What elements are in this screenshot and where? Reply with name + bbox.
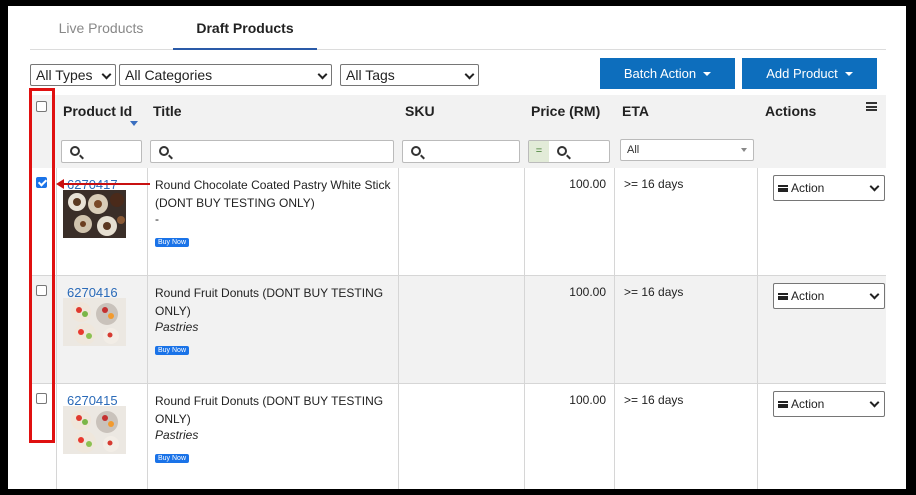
column-header-title[interactable]: Title bbox=[153, 103, 182, 119]
product-thumbnail[interactable] bbox=[63, 298, 126, 346]
tab-live-products[interactable]: Live Products bbox=[30, 6, 172, 50]
chevron-down-icon bbox=[464, 69, 475, 80]
menu-icon bbox=[778, 401, 788, 408]
column-divider bbox=[398, 384, 399, 489]
batch-action-button[interactable]: Batch Action bbox=[600, 58, 735, 89]
caret-down-icon bbox=[741, 148, 747, 152]
donut-image bbox=[63, 406, 126, 454]
search-icon bbox=[70, 146, 80, 156]
column-divider bbox=[147, 384, 148, 489]
buy-now-badge[interactable]: Buy Now bbox=[155, 454, 190, 463]
table-row: 6270417 Round Chocolate Coated Pastry Wh… bbox=[30, 168, 886, 276]
chevron-down-icon bbox=[101, 69, 112, 80]
types-select-value: All Types bbox=[36, 67, 93, 83]
price-filter-input[interactable]: = bbox=[528, 140, 610, 163]
column-divider bbox=[757, 276, 758, 384]
column-divider bbox=[757, 384, 758, 489]
caret-down-icon bbox=[844, 72, 853, 76]
product-title: Round Fruit Donuts (DONT BUY TESTING ONL… bbox=[155, 394, 384, 426]
chevron-down-icon bbox=[317, 69, 328, 80]
chevron-down-icon bbox=[869, 397, 880, 408]
types-select[interactable]: All Types bbox=[30, 64, 116, 86]
sort-desc-icon[interactable] bbox=[130, 121, 138, 126]
column-header-product-id[interactable]: Product Id bbox=[63, 103, 132, 119]
row-action-select[interactable]: Action bbox=[773, 391, 885, 417]
categories-select-value: All Categories bbox=[125, 67, 213, 83]
column-divider bbox=[56, 384, 57, 489]
product-thumbnail[interactable] bbox=[63, 406, 126, 454]
column-divider bbox=[524, 168, 525, 276]
column-divider bbox=[614, 384, 615, 489]
price-operator-toggle[interactable]: = bbox=[529, 141, 549, 162]
add-product-button[interactable]: Add Product bbox=[742, 58, 877, 89]
column-divider bbox=[398, 276, 399, 384]
product-eta: >= 16 days bbox=[624, 285, 684, 299]
chevron-down-icon bbox=[869, 289, 880, 300]
column-divider bbox=[56, 276, 57, 384]
add-product-label: Add Product bbox=[766, 66, 838, 81]
search-icon bbox=[159, 146, 169, 156]
column-divider bbox=[524, 384, 525, 489]
donut-image bbox=[63, 298, 126, 346]
row-action-select[interactable]: Action bbox=[773, 283, 885, 309]
menu-icon bbox=[778, 185, 788, 192]
eta-filter-select[interactable]: All bbox=[620, 139, 754, 161]
checkbox-column-highlight bbox=[29, 88, 55, 443]
product-category: Pastries bbox=[155, 428, 199, 442]
tags-select[interactable]: All Tags bbox=[340, 64, 479, 86]
product-category: - bbox=[155, 212, 159, 226]
product-eta: >= 16 days bbox=[624, 177, 684, 191]
column-divider bbox=[147, 276, 148, 384]
column-divider bbox=[757, 168, 758, 276]
tab-draft-products[interactable]: Draft Products bbox=[173, 6, 317, 50]
product-category: Pastries bbox=[155, 320, 199, 334]
product-title: Round Fruit Donuts (DONT BUY TESTING ONL… bbox=[155, 286, 384, 318]
buy-now-badge[interactable]: Buy Now bbox=[155, 238, 190, 247]
row-action-label: Action bbox=[791, 181, 825, 195]
column-header-eta[interactable]: ETA bbox=[622, 103, 649, 119]
annotation-arrow-icon bbox=[56, 179, 150, 189]
pastry-image bbox=[63, 190, 126, 238]
sku-filter-input[interactable] bbox=[402, 140, 520, 163]
tab-bar: Live Products Draft Products bbox=[30, 6, 886, 50]
batch-action-label: Batch Action bbox=[623, 66, 697, 81]
row-action-select[interactable]: Action bbox=[773, 175, 885, 201]
row-action-label: Action bbox=[791, 289, 825, 303]
column-menu-icon[interactable] bbox=[866, 102, 877, 111]
caret-down-icon bbox=[703, 72, 712, 76]
buy-now-badge[interactable]: Buy Now bbox=[155, 346, 190, 355]
product-id-filter-input[interactable] bbox=[61, 140, 142, 163]
tags-select-value: All Tags bbox=[346, 67, 395, 83]
categories-select[interactable]: All Categories bbox=[119, 64, 332, 86]
title-filter-input[interactable] bbox=[150, 140, 394, 163]
column-divider bbox=[398, 168, 399, 276]
column-divider bbox=[614, 276, 615, 384]
product-price: 100.00 bbox=[569, 177, 606, 191]
column-header-sku[interactable]: SKU bbox=[405, 103, 435, 119]
product-eta: >= 16 days bbox=[624, 393, 684, 407]
search-icon bbox=[557, 146, 567, 156]
product-title: Round Chocolate Coated Pastry White Stic… bbox=[155, 178, 391, 210]
table-header: Product Id Title SKU Price (RM) ETA Acti… bbox=[30, 95, 886, 168]
chevron-down-icon bbox=[869, 181, 880, 192]
product-thumbnail[interactable] bbox=[63, 190, 126, 238]
column-header-actions: Actions bbox=[765, 103, 817, 119]
menu-icon bbox=[778, 293, 788, 300]
eta-filter-value: All bbox=[627, 144, 640, 156]
search-icon bbox=[411, 146, 421, 156]
product-price: 100.00 bbox=[569, 285, 606, 299]
column-divider bbox=[524, 276, 525, 384]
screenshot-frame: Live Products Draft Products All Types A… bbox=[8, 6, 906, 489]
table-row: 6270415 Round Fruit Donuts (DONT BUY TES… bbox=[30, 384, 886, 489]
product-price: 100.00 bbox=[569, 393, 606, 407]
column-divider bbox=[614, 168, 615, 276]
table-row: 6270416 Round Fruit Donuts (DONT BUY TES… bbox=[30, 276, 886, 384]
row-action-label: Action bbox=[791, 397, 825, 411]
column-header-price[interactable]: Price (RM) bbox=[531, 103, 600, 119]
